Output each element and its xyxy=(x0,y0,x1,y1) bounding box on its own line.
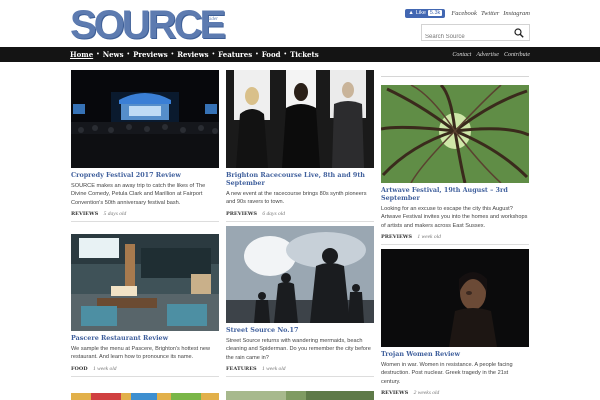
article-category[interactable]: Previews xyxy=(226,211,257,217)
nav-item-reviews[interactable]: Reviews xyxy=(177,50,208,59)
search-box xyxy=(421,24,530,45)
article-excerpt: Women in war. Women in resistance. A peo… xyxy=(381,362,513,385)
article-image[interactable] xyxy=(381,249,529,347)
nav-menu: Home • News • Previews • Reviews • Featu… xyxy=(70,47,319,62)
column-divider xyxy=(381,76,529,77)
contact-link[interactable]: Contact xyxy=(452,52,471,58)
article-image[interactable] xyxy=(381,85,529,183)
nav-secondary-links: Contact Advertise Contribute xyxy=(452,47,530,62)
article-excerpt: We sample the menu at Pascere, Brighton'… xyxy=(71,346,211,361)
search-input[interactable] xyxy=(422,29,512,45)
nav-separator: • xyxy=(170,51,175,58)
article-age: 6 days old xyxy=(262,210,285,217)
article-meta: Features 1 week old xyxy=(226,366,374,372)
article-title[interactable]: Street Source No.17 xyxy=(226,326,374,334)
nav-item-previews[interactable]: Previews xyxy=(133,50,168,59)
article-image[interactable] xyxy=(71,70,219,168)
article-age: 2 weeks old xyxy=(413,390,440,397)
article-title[interactable]: Cropredy Festival 2017 Review xyxy=(71,171,219,179)
nav-item-food[interactable]: Food xyxy=(262,50,281,59)
card-divider xyxy=(381,244,529,246)
article-category[interactable]: Food xyxy=(71,366,88,372)
site-logo[interactable]: SOURCE the insider xyxy=(70,3,226,47)
article-meta: Previews 1 week old xyxy=(381,234,529,240)
search-icon[interactable] xyxy=(514,28,524,38)
card-divider xyxy=(71,375,219,377)
article-meta: Previews 6 days old xyxy=(226,211,374,217)
article-image[interactable] xyxy=(71,234,219,331)
nav-item-news[interactable]: News xyxy=(103,50,124,59)
contribute-link[interactable]: Contribute xyxy=(504,52,530,58)
article-meta: Reviews 5 days old xyxy=(71,211,219,217)
article-card: Street Source No.17 Street Source return… xyxy=(226,226,374,378)
article-image[interactable] xyxy=(226,70,374,168)
article-excerpt: SOURCE makes an away trip to catch the l… xyxy=(71,183,206,206)
thumbs-up-icon: ▲ xyxy=(408,10,414,16)
article-excerpt: Looking for an excuse to escape the city… xyxy=(381,206,528,229)
article-card: Artwave Festival, 19th August – 3rd Sept… xyxy=(381,85,529,246)
nav-item-tickets[interactable]: Tickets xyxy=(290,50,319,59)
article-excerpt: A new event at the racecourse brings 80s… xyxy=(226,191,367,206)
twitter-link[interactable]: Twitter xyxy=(481,10,499,17)
article-meta: Food 1 week old xyxy=(71,366,219,372)
article-age: 1 week old xyxy=(417,234,441,241)
card-divider xyxy=(71,221,219,223)
article-title[interactable]: Brighton Racecourse Live, 8th and 9th Se… xyxy=(226,171,374,187)
logo-tagline: the insider xyxy=(196,17,218,22)
nav-separator: • xyxy=(255,51,259,58)
article-image[interactable] xyxy=(226,226,374,323)
article-card: Cropredy Festival 2017 Review SOURCE mak… xyxy=(71,70,219,223)
article-excerpt: Street Source returns with wandering mer… xyxy=(226,338,371,361)
nav-separator: • xyxy=(283,51,288,58)
social-bar: ▲ Like 5.3k Facebook Twitter Instagram xyxy=(405,8,530,18)
card-divider xyxy=(226,220,374,222)
article-meta: Reviews 2 weeks old xyxy=(381,390,529,396)
facebook-link[interactable]: Facebook xyxy=(451,10,477,17)
article-card: Trojan Women Review Women in war. Women … xyxy=(381,249,529,400)
article-category[interactable]: Reviews xyxy=(71,211,98,217)
article-category[interactable]: Reviews xyxy=(381,390,408,396)
article-age: 1 week old xyxy=(93,365,117,372)
nav-separator: • xyxy=(126,51,131,58)
instagram-link[interactable]: Instagram xyxy=(503,10,530,17)
nav-separator: • xyxy=(211,51,216,58)
article-image-partial[interactable] xyxy=(71,390,219,400)
facebook-like-button[interactable]: ▲ Like 5.3k xyxy=(405,8,446,18)
like-count: 5.3k xyxy=(427,10,443,16)
article-category[interactable]: Previews xyxy=(381,234,412,240)
logo-wordmark: SOURCE xyxy=(70,3,226,47)
article-age: 5 days old xyxy=(103,211,127,218)
advertise-link[interactable]: Advertise xyxy=(476,52,499,58)
article-title[interactable]: Artwave Festival, 19th August – 3rd Sept… xyxy=(381,186,529,202)
nav-item-home[interactable]: Home xyxy=(70,50,93,59)
nav-item-features[interactable]: Features xyxy=(218,50,252,59)
article-image-partial[interactable] xyxy=(226,389,374,400)
article-age: 1 week old xyxy=(262,366,286,373)
like-label: Like xyxy=(415,10,426,16)
article-card: Pascere Restaurant Review We sample the … xyxy=(71,234,219,377)
article-title[interactable]: Pascere Restaurant Review xyxy=(71,334,219,342)
card-divider xyxy=(226,376,374,378)
article-title[interactable]: Trojan Women Review xyxy=(381,350,529,358)
nav-separator: • xyxy=(96,51,100,58)
main-nav: Home • News • Previews • Reviews • Featu… xyxy=(0,47,600,62)
article-card: Brighton Racecourse Live, 8th and 9th Se… xyxy=(226,70,374,222)
article-category[interactable]: Features xyxy=(226,366,257,372)
